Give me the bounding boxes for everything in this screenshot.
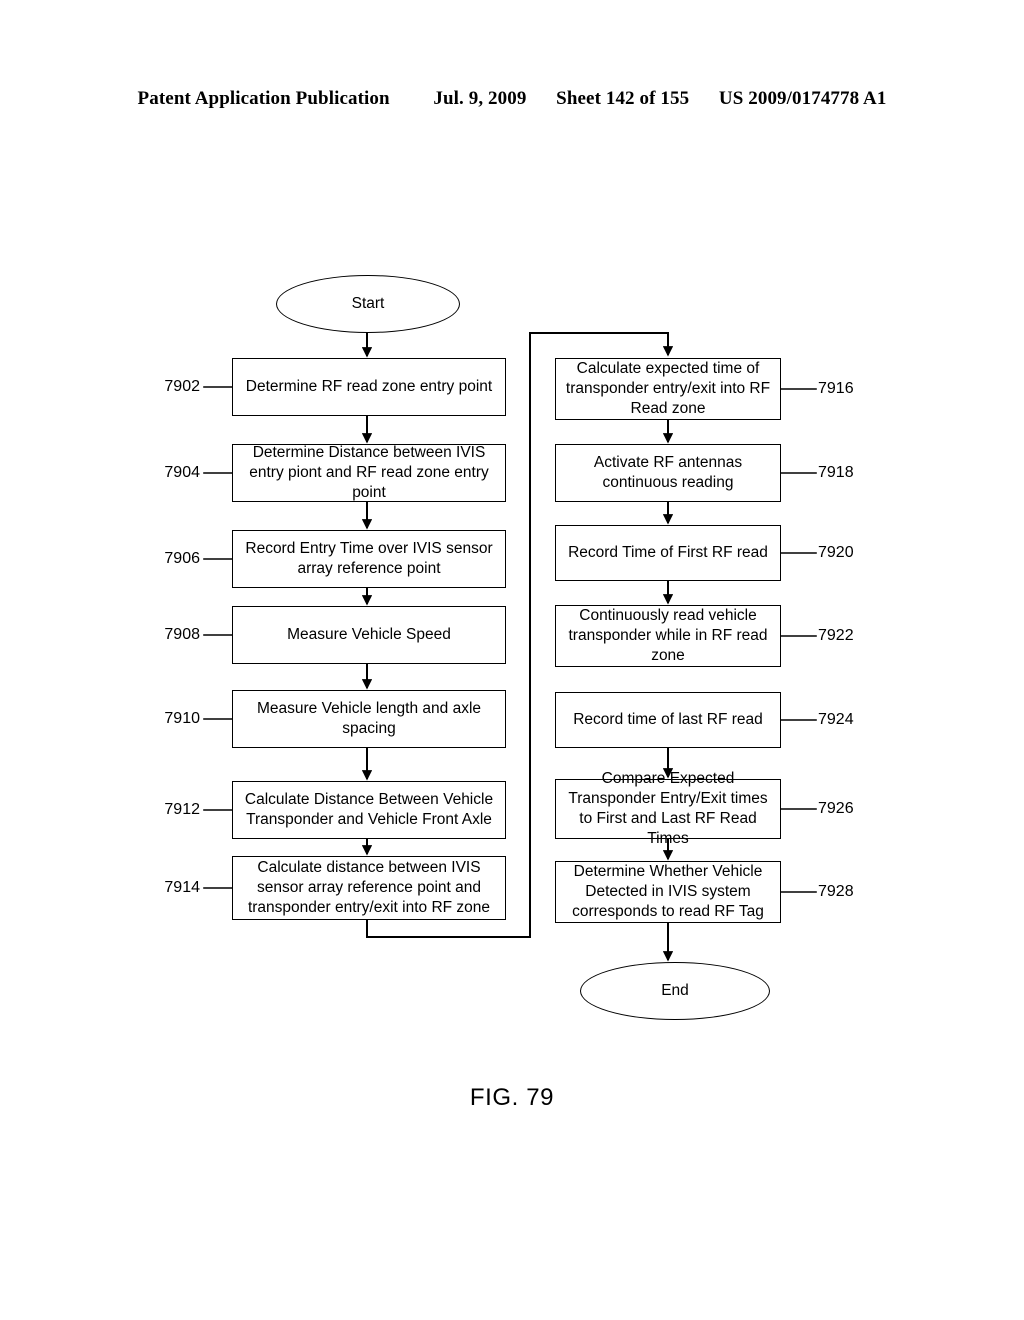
process-box-7920: Record Time of First RF read xyxy=(555,525,781,581)
ref-numeral-7924: 7924 xyxy=(818,711,854,728)
flowchart-figure-79: Start End Determine RF read zone entry p… xyxy=(0,0,1024,1320)
start-terminator: Start xyxy=(276,275,460,333)
connector-layer xyxy=(203,331,817,962)
ref-numeral-7910: 7910 xyxy=(164,710,200,727)
process-box-7908: Measure Vehicle Speed xyxy=(232,606,506,664)
ref-numeral-7928: 7928 xyxy=(818,883,854,900)
process-box-7916: Calculate expected time of transponder e… xyxy=(555,358,781,420)
ref-numeral-7926: 7926 xyxy=(818,800,854,817)
process-box-7928: Determine Whether Vehicle Detected in IV… xyxy=(555,861,781,923)
process-box-7924: Record time of last RF read xyxy=(555,692,781,748)
ref-numeral-7922: 7922 xyxy=(818,627,854,644)
ref-numeral-7912: 7912 xyxy=(164,801,200,818)
ref-numeral-7916: 7916 xyxy=(818,380,854,397)
process-box-7918: Activate RF antennas continuous reading xyxy=(555,444,781,502)
ref-numeral-7908: 7908 xyxy=(164,626,200,643)
ref-numeral-7920: 7920 xyxy=(818,544,854,561)
process-box-7910: Measure Vehicle length and axle spacing xyxy=(232,690,506,748)
ref-numeral-7902: 7902 xyxy=(164,378,200,395)
process-box-7926: Compare Expected Transponder Entry/Exit … xyxy=(555,770,781,847)
process-box-7906: Record Entry Time over IVIS sensor array… xyxy=(232,530,506,588)
ref-numeral-7914: 7914 xyxy=(164,879,200,896)
process-box-7904: Determine Distance between IVIS entry pi… xyxy=(232,444,506,502)
process-box-7912: Calculate Distance Between Vehicle Trans… xyxy=(232,781,506,839)
ref-numeral-7906: 7906 xyxy=(164,550,200,567)
process-box-7902: Determine RF read zone entry point xyxy=(232,358,506,416)
process-box-7922: Continuously read vehicle transponder wh… xyxy=(555,605,781,667)
ref-numeral-7904: 7904 xyxy=(164,464,200,481)
ref-numeral-7918: 7918 xyxy=(818,464,854,481)
process-box-7914: Calculate distance between IVIS sensor a… xyxy=(232,856,506,920)
figure-caption: FIG. 79 xyxy=(469,1084,555,1111)
end-terminator: End xyxy=(580,962,770,1020)
